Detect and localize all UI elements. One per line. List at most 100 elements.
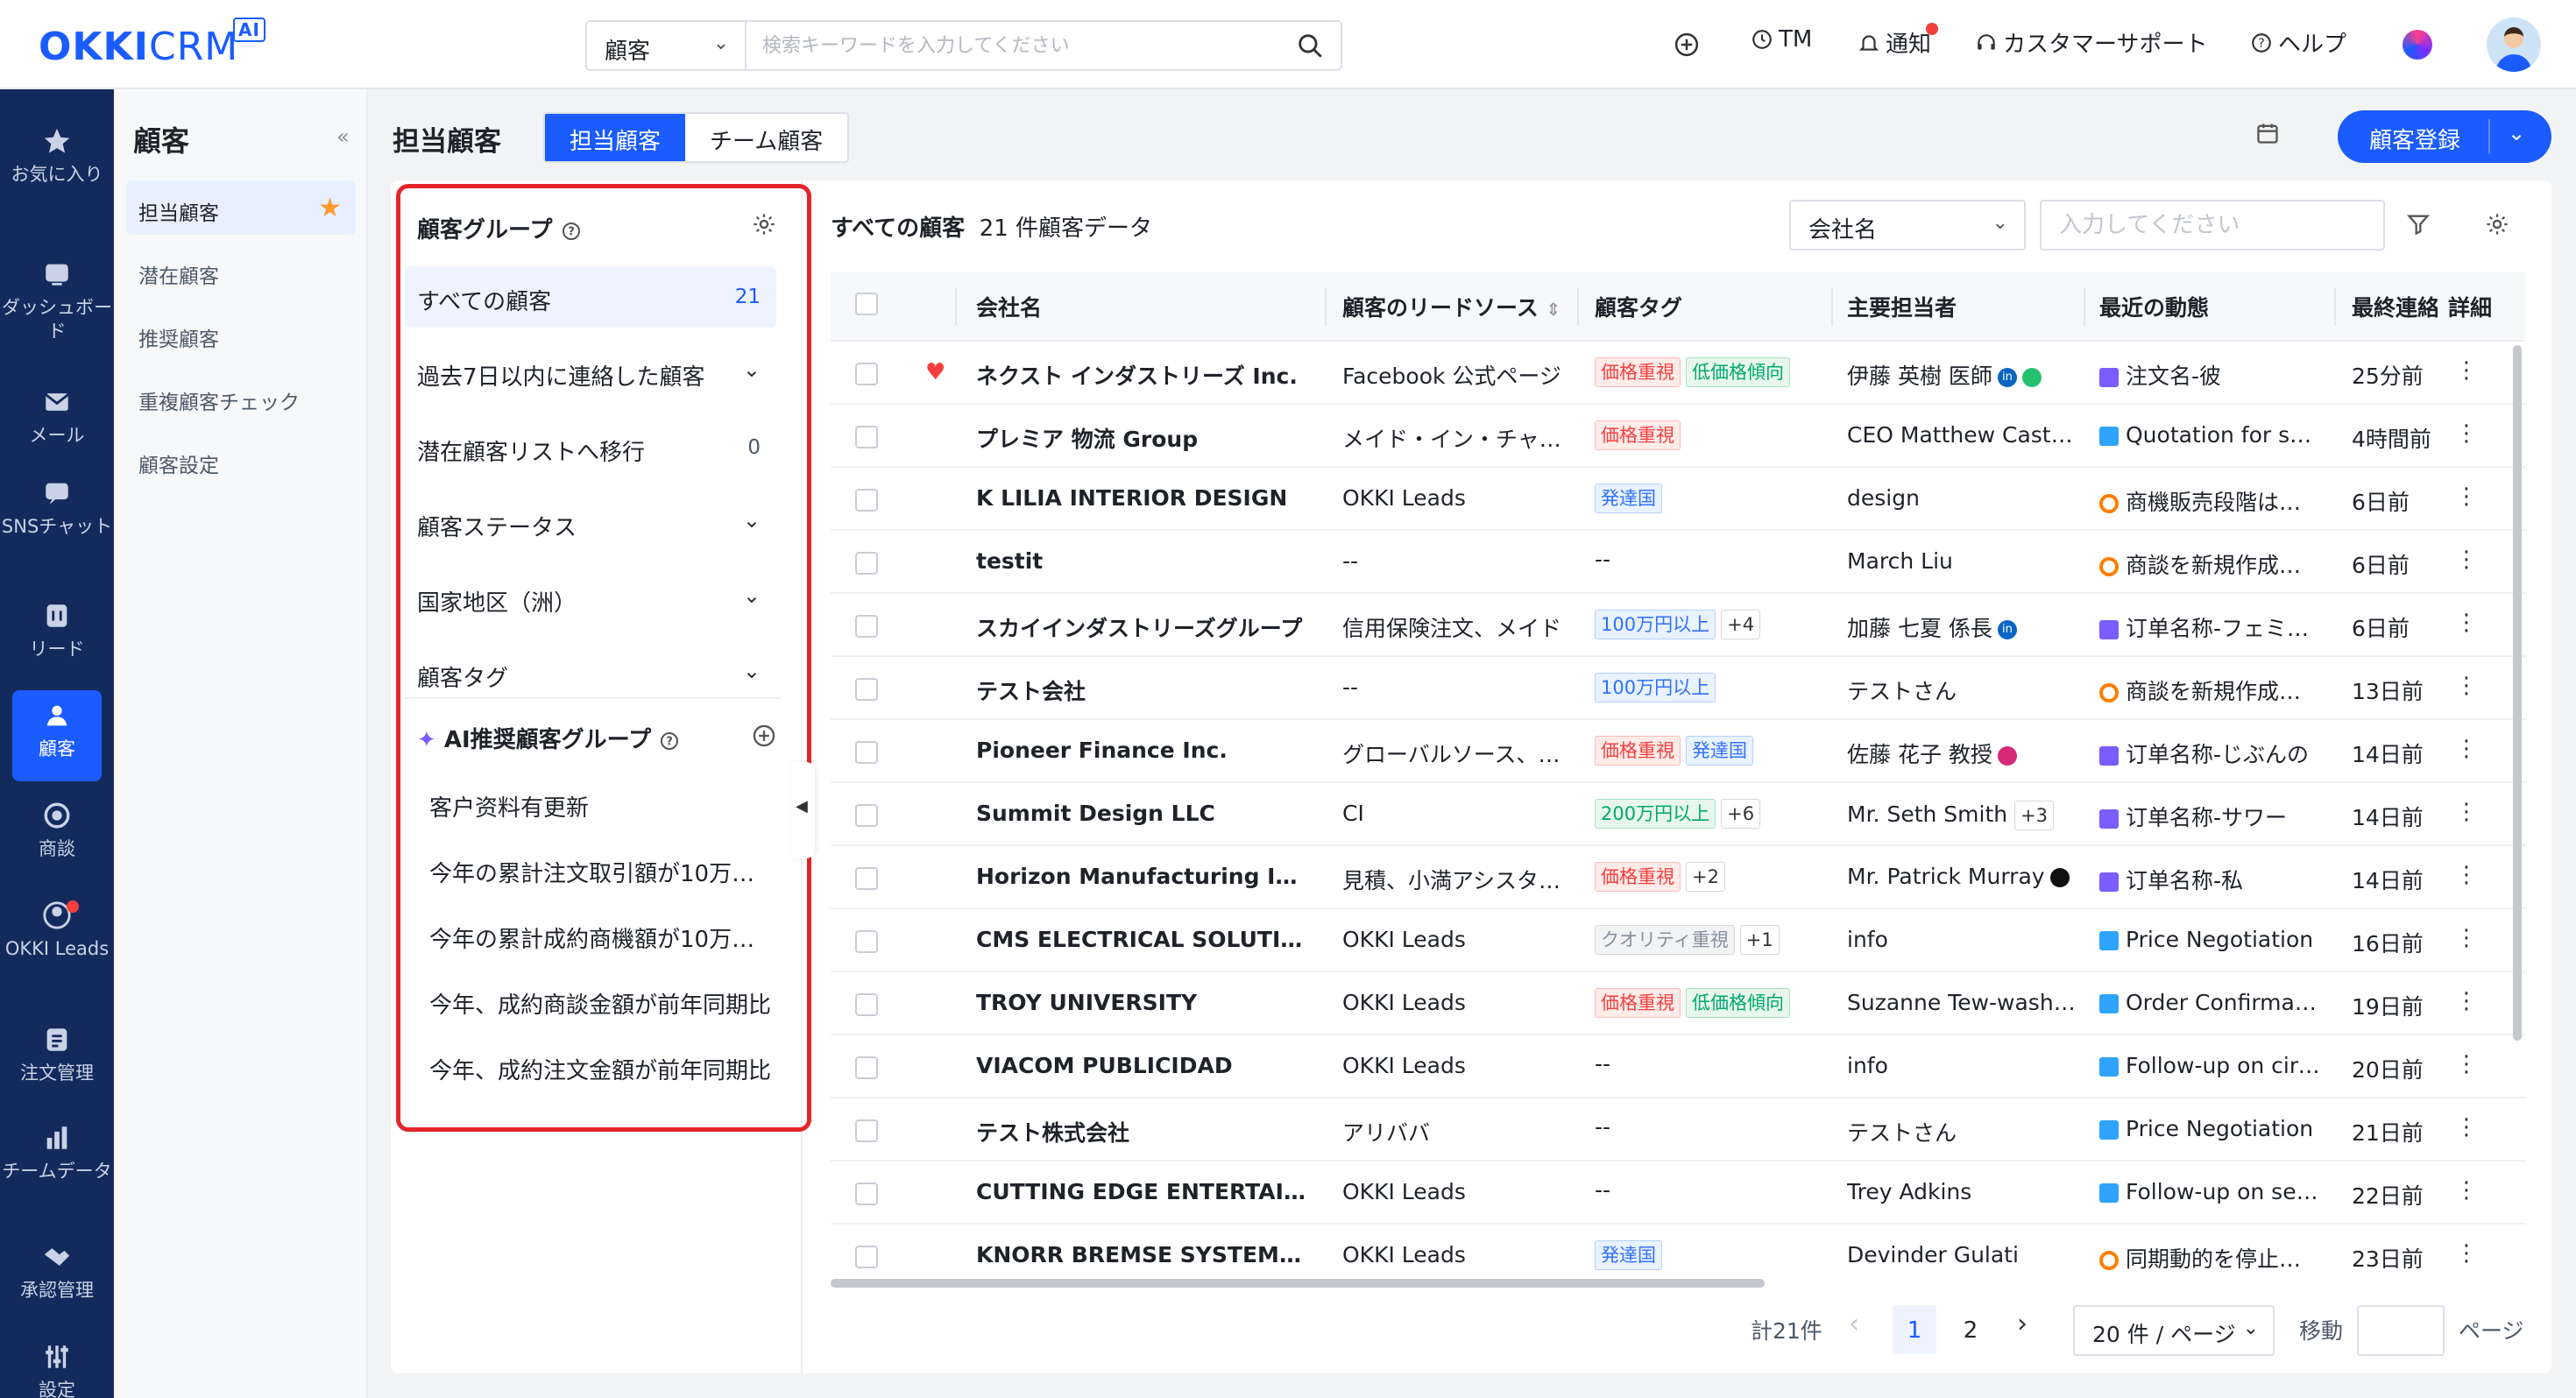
heart-icon[interactable]: ♥ (925, 359, 945, 385)
row-checkbox[interactable] (855, 678, 878, 701)
favorite-star-icon[interactable]: ★ (318, 193, 342, 223)
cell-activity[interactable]: 注文名-彼 (2099, 359, 2322, 391)
table-row[interactable]: Summit Design LLC CI 200万円以上 +6 Mr. Seth Smi… (831, 783, 2525, 846)
more-vertical-icon[interactable]: ⋮ (2455, 484, 2478, 510)
cell-company[interactable]: testit (976, 548, 1309, 574)
nav-customers[interactable]: 顧客 (12, 690, 102, 781)
cell-activity[interactable]: 订单名称-サワー (2099, 801, 2322, 832)
register-customer-button[interactable]: 顧客登録 ⌄ (2338, 110, 2551, 163)
table-row[interactable]: テスト株式会社 アリババ -- テストさん Price Negotiation 21日前 ⋮ (831, 1098, 2525, 1161)
nav-orders[interactable]: 注文管理 (0, 1025, 114, 1085)
nav-sns-chat[interactable]: SNSチャット (0, 478, 114, 539)
linkedin-icon[interactable]: in (1997, 368, 2017, 387)
ai-assistant-icon[interactable] (2403, 30, 2432, 60)
col-activity[interactable]: 最近の動態 (2099, 291, 2209, 322)
cell-contact[interactable]: Mr. Seth Smith +3 (1847, 801, 2077, 830)
row-checkbox[interactable] (855, 741, 878, 764)
col-last-contact[interactable]: 最終連絡 (2352, 291, 2438, 322)
nav-okki-leads[interactable]: OKKI Leads (0, 900, 114, 961)
cell-company[interactable]: KNORR BREMSE SYSTEMS FOR (976, 1242, 1309, 1267)
more-vertical-icon[interactable]: ⋮ (2455, 547, 2478, 573)
more-vertical-icon[interactable]: ⋮ (2455, 736, 2478, 762)
table-row[interactable]: スカイインダストリーズグループ 信用保険注文、メイド 100万円以上 +4 加藤 七夏 … (831, 594, 2525, 657)
cell-company[interactable]: Horizon Manufacturing Inc. (976, 864, 1309, 889)
nav-dashboard[interactable]: ダッシュボード (0, 259, 114, 343)
row-checkbox[interactable] (855, 930, 878, 953)
more-vertical-icon[interactable]: ⋮ (2455, 420, 2478, 447)
row-checkbox[interactable] (855, 363, 878, 385)
user-avatar[interactable] (2487, 18, 2541, 72)
cell-company[interactable]: VIACOM PUBLICIDAD (976, 1053, 1309, 1078)
notify-button[interactable]: 通知 (1858, 23, 1938, 59)
nav-leads[interactable]: リード (0, 601, 114, 661)
row-checkbox[interactable] (855, 489, 878, 512)
next-page-chevron-icon[interactable]: › (2017, 1309, 2028, 1339)
cell-company[interactable]: テスト会社 (976, 674, 1309, 706)
cell-contact[interactable]: 佐藤 花子 教授 (1847, 738, 2077, 769)
calendar-icon[interactable] (2255, 121, 2280, 145)
cell-contact[interactable]: info (1847, 927, 2077, 952)
table-row[interactable]: TROY UNIVERSITY OKKI Leads 価格重視 低価格傾向 Suzann… (831, 972, 2525, 1035)
nav-favorites[interactable]: お気に入り (0, 126, 114, 187)
tab-assigned-customers[interactable]: 担当顧客 (545, 114, 686, 161)
more-vertical-icon[interactable]: ⋮ (2455, 1240, 2478, 1267)
cell-contact[interactable]: Devinder Gulati (1847, 1242, 2077, 1267)
nav-approvals[interactable]: 承認管理 (0, 1242, 114, 1303)
row-checkbox[interactable] (855, 993, 878, 1016)
more-vertical-icon[interactable]: ⋮ (2455, 1114, 2478, 1140)
table-row[interactable]: ♥ ネクスト インダストリーズ Inc. Facebook 公式ページ 価格重視 低価格… (831, 342, 2525, 405)
more-vertical-icon[interactable]: ⋮ (2455, 799, 2478, 825)
cell-contact[interactable]: 加藤 七夏 係長 in (1847, 611, 2077, 643)
more-vertical-icon[interactable]: ⋮ (2455, 1177, 2478, 1204)
filter-field-select[interactable]: 会社名 ⌄ (1789, 200, 2026, 251)
prev-page-chevron-icon[interactable]: ‹ (1849, 1309, 1859, 1339)
nav-mail[interactable]: メール (0, 387, 114, 448)
table-row[interactable]: Horizon Manufacturing Inc. 見積、小満アシスタント 価格重… (831, 846, 2525, 909)
cell-activity[interactable]: 订单名称-じぶんの (2099, 738, 2322, 769)
row-checkbox[interactable] (855, 1183, 878, 1205)
cell-activity[interactable]: Price Negotiation (2099, 1116, 2322, 1141)
select-all-checkbox[interactable] (855, 293, 878, 315)
cell-contact[interactable]: テストさん (1847, 1116, 2077, 1147)
table-row[interactable]: Pioneer Finance Inc.グローバルソース、展示会価格重視発達国佐… (831, 720, 2525, 783)
add-circle-icon[interactable] (1674, 32, 1700, 58)
tiktok-icon[interactable] (2049, 868, 2070, 887)
filter-funnel-icon[interactable] (2406, 212, 2431, 237)
page-button-2[interactable]: 2 (1949, 1305, 1992, 1354)
cell-company[interactable]: テスト株式会社 (976, 1116, 1309, 1147)
cell-activity[interactable]: Order Confirmation (2099, 990, 2322, 1015)
tm-button[interactable]: TM (1751, 26, 1812, 53)
search-scope-select[interactable]: 顧客 ⌄ (587, 22, 747, 69)
whatsapp-icon[interactable] (2021, 368, 2042, 387)
cell-contact[interactable]: CEO Matthew Castillo (1847, 422, 2077, 448)
cell-activity[interactable]: 同期動的を停止しました (2099, 1242, 2322, 1274)
more-vertical-icon[interactable]: ⋮ (2455, 988, 2478, 1014)
subnav-item-recommended[interactable]: 推奨顧客 (126, 307, 356, 361)
more-vertical-icon[interactable]: ⋮ (2455, 1051, 2478, 1077)
instagram-icon[interactable] (1997, 746, 2017, 766)
table-row[interactable]: テスト会社 -- 100万円以上 テストさん 商談を新規作成しました 13日前 ⋮ (831, 657, 2525, 720)
page-button-1[interactable]: 1 (1893, 1305, 1936, 1354)
collapse-panel-handle[interactable]: ◀ (792, 762, 815, 858)
subnav-item-duplicate-check[interactable]: 重複顧客チェック (126, 370, 356, 424)
cell-contact[interactable]: Suzanne Tew-washington (1847, 990, 2077, 1015)
cell-contact[interactable]: Mr. Patrick Murray (1847, 864, 2077, 889)
cell-activity[interactable]: 订单名称-私 (2099, 864, 2322, 895)
table-row[interactable]: プレミア 物流 Group メイド・イン・チャイナ 価格重視 CEO Matthew … (831, 405, 2525, 468)
cell-activity[interactable]: Follow-up on service (2099, 1179, 2322, 1204)
cell-company[interactable]: CUTTING EDGE ENTERTAINMENT (976, 1179, 1309, 1204)
gear-icon[interactable] (2485, 212, 2509, 237)
row-checkbox[interactable] (855, 804, 878, 827)
col-tags[interactable]: 顧客タグ (1595, 291, 1682, 322)
nav-team-data[interactable]: チームデータ (0, 1123, 114, 1183)
more-vertical-icon[interactable]: ⋮ (2455, 357, 2478, 384)
more-vertical-icon[interactable]: ⋮ (2455, 925, 2478, 951)
table-row[interactable]: testit -- -- March Liu 商談を新規作成しました 6日前 ⋮ (831, 531, 2525, 594)
cell-activity[interactable]: 商談を新規作成しました (2099, 674, 2322, 706)
cell-company[interactable]: K LILIA INTERIOR DESIGN (976, 485, 1309, 511)
cell-activity[interactable]: 商談を新規作成しました (2099, 548, 2322, 580)
cell-contact[interactable]: design (1847, 485, 2077, 511)
cell-activity[interactable]: Price Negotiation (2099, 927, 2322, 952)
cell-contact[interactable]: Trey Adkins (1847, 1179, 2077, 1204)
table-row[interactable]: KNORR BREMSE SYSTEMS FOR OKKI Leads 発達国 Dev… (831, 1225, 2525, 1277)
